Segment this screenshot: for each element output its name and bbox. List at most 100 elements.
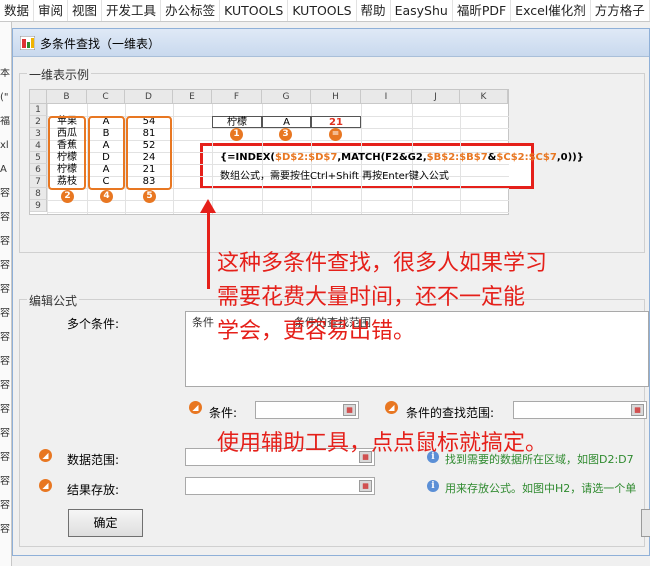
excel-background-glyph: 福	[0, 116, 10, 127]
formula-part: $C$2:$C$7	[496, 152, 557, 163]
ribbon-tab[interactable]: KUTOOLS	[220, 0, 289, 21]
excel-background-glyph: 本	[0, 68, 10, 79]
excel-background-glyph: 容	[0, 356, 10, 367]
range-picker-icon[interactable]: ▦	[631, 404, 644, 416]
annotation-text-line1: 这种多条件查找，很多人如果学习	[217, 251, 548, 276]
ribbon-tab[interactable]: 办公标签	[161, 0, 221, 21]
conditions-list-header-condition: 条件	[192, 316, 214, 329]
condition-input[interactable]: ▦	[255, 401, 359, 419]
dialog-titlebar[interactable]: 多条件查找（一维表）	[13, 29, 649, 57]
annotation-text-line2: 需要花费大量时间，还不一定能	[217, 285, 526, 310]
formula-part: $B$2:$B$7	[426, 152, 488, 163]
annotation-text-line4: 使用辅助工具，点点鼠标就搞定。	[217, 431, 548, 456]
excel-background-glyph: 容	[0, 476, 10, 487]
step-badge: 5	[143, 190, 156, 203]
example-group-label: 一维表示例	[27, 66, 92, 83]
formula-part: $D$2:$D$7	[275, 152, 338, 163]
edit-formula-group-label: 编辑公式	[27, 292, 80, 309]
ok-button[interactable]: 确定	[68, 509, 143, 537]
ribbon-tab[interactable]: 开发工具	[102, 0, 162, 21]
ribbon-tab[interactable]: EasyShu	[391, 0, 453, 21]
grid-line	[173, 104, 174, 214]
row-header: 4	[30, 140, 47, 152]
row-header: 5	[30, 152, 47, 164]
column-header: F	[212, 90, 262, 104]
excel-background-glyph: 容	[0, 428, 10, 439]
condition-range-input[interactable]: ▦	[513, 401, 647, 419]
condition-icon: ◢	[189, 401, 202, 414]
range-highlight-b	[48, 116, 86, 190]
row-header: 1	[30, 104, 47, 116]
condition-range-icon: ◢	[385, 401, 398, 414]
column-header: G	[262, 90, 311, 104]
formula-highlight-box	[200, 143, 534, 189]
excel-background-glyph: 容	[0, 500, 10, 511]
column-header: H	[311, 90, 361, 104]
result-cell-hint: 用来存放公式。如图中H2，请选一个单	[445, 482, 637, 495]
excel-background-glyph: xl	[0, 140, 9, 151]
ribbon-tab[interactable]: KUTOOLS	[288, 0, 357, 21]
row-header: 7	[30, 176, 47, 188]
row-header: 3	[30, 128, 47, 140]
excel-background-glyph: 容	[0, 524, 10, 535]
range-picker-icon[interactable]: ▦	[359, 480, 372, 492]
multi-condition-lookup-dialog: 多条件查找（一维表） 一维表示例 B C D E F G H I J K 1 2 3 4 5 6 7 8 9 苹果 A 5…	[12, 28, 650, 556]
info-icon: i	[427, 480, 439, 492]
row-header: 2	[30, 116, 47, 128]
excel-background-glyph: 容	[0, 284, 10, 295]
step-badge: 3	[279, 128, 292, 141]
example-spreadsheet: B C D E F G H I J K 1 2 3 4 5 6 7 8 9 苹果 A 54 西瓜 B 81 香蕉 A 52 柠檬 D 24 柠…	[29, 89, 584, 215]
column-header: E	[173, 90, 212, 104]
result-cell-icon: ◢	[39, 479, 52, 492]
partial-button[interactable]	[641, 509, 650, 537]
step-badge: 1	[230, 128, 243, 141]
excel-background-glyph: ("	[0, 92, 9, 103]
grid-line	[47, 200, 509, 201]
ribbon-tab-bar: 数据 审阅 视图 开发工具 办公标签 KUTOOLS KUTOOLS 帮助 EasyShu 福昕P…	[0, 0, 650, 22]
excel-background-glyph: 容	[0, 404, 10, 415]
column-header	[30, 90, 47, 104]
ribbon-tab[interactable]: Excel催化剂	[511, 0, 591, 21]
result-cell-label: 结果存放:	[67, 483, 120, 497]
formula-part: ,0))}	[556, 152, 584, 163]
result-cell-input[interactable]: ▦	[185, 477, 375, 495]
ribbon-tab[interactable]: 福昕PDF	[453, 0, 512, 21]
step-badge: =	[329, 128, 342, 141]
array-formula-note: 数组公式，需要按住Ctrl+Shift 再按Enter键入公式	[220, 171, 449, 182]
ribbon-tab[interactable]: 方方格子	[591, 0, 650, 21]
condition-range-label: 条件的查找范围:	[406, 406, 495, 420]
annotation-text-line3: 学会，更容易出错。	[217, 319, 416, 344]
row-header: 6	[30, 164, 47, 176]
range-highlight-d	[126, 116, 172, 190]
excel-background-glyph: 容	[0, 188, 10, 199]
grid-line	[47, 212, 509, 213]
excel-background-glyph: 容	[0, 260, 10, 271]
annotation-arrow	[207, 211, 210, 289]
column-header: B	[47, 90, 87, 104]
multi-conditions-label: 多个条件:	[67, 317, 120, 331]
excel-background-glyph: A	[0, 164, 7, 175]
step-badge: 2	[61, 190, 74, 203]
data-range-label: 数据范围:	[67, 453, 120, 467]
ribbon-tab[interactable]: 审阅	[34, 0, 69, 21]
excel-background-strip: 本 (" 福 xl A 容容容容容容容容容容容容容容容	[0, 22, 12, 566]
array-formula: {=INDEX($D$2:$D$7,MATCH(F2&G2,$B$2:$B$7&…	[220, 152, 584, 163]
result-cell-h2: 21	[311, 116, 361, 128]
range-picker-icon[interactable]: ▦	[343, 404, 356, 416]
data-range-icon: ◢	[39, 449, 52, 462]
ribbon-tab[interactable]: 数据	[0, 0, 35, 21]
ribbon-tab[interactable]: 视图	[68, 0, 103, 21]
excel-background-glyph: 容	[0, 380, 10, 391]
column-header: D	[125, 90, 173, 104]
lookup-value-f2: 柠檬	[212, 116, 262, 128]
excel-background-glyph: 容	[0, 332, 10, 343]
column-header: K	[460, 90, 508, 104]
annotation-arrow-head	[200, 199, 216, 213]
excel-background-glyph: 容	[0, 308, 10, 319]
formula-part: {=INDEX(	[220, 152, 275, 163]
ribbon-tab[interactable]: 帮助	[357, 0, 391, 21]
row-header: 9	[30, 200, 47, 212]
dialog-title: 多条件查找（一维表）	[40, 37, 161, 51]
column-header: C	[87, 90, 125, 104]
column-header: J	[412, 90, 460, 104]
